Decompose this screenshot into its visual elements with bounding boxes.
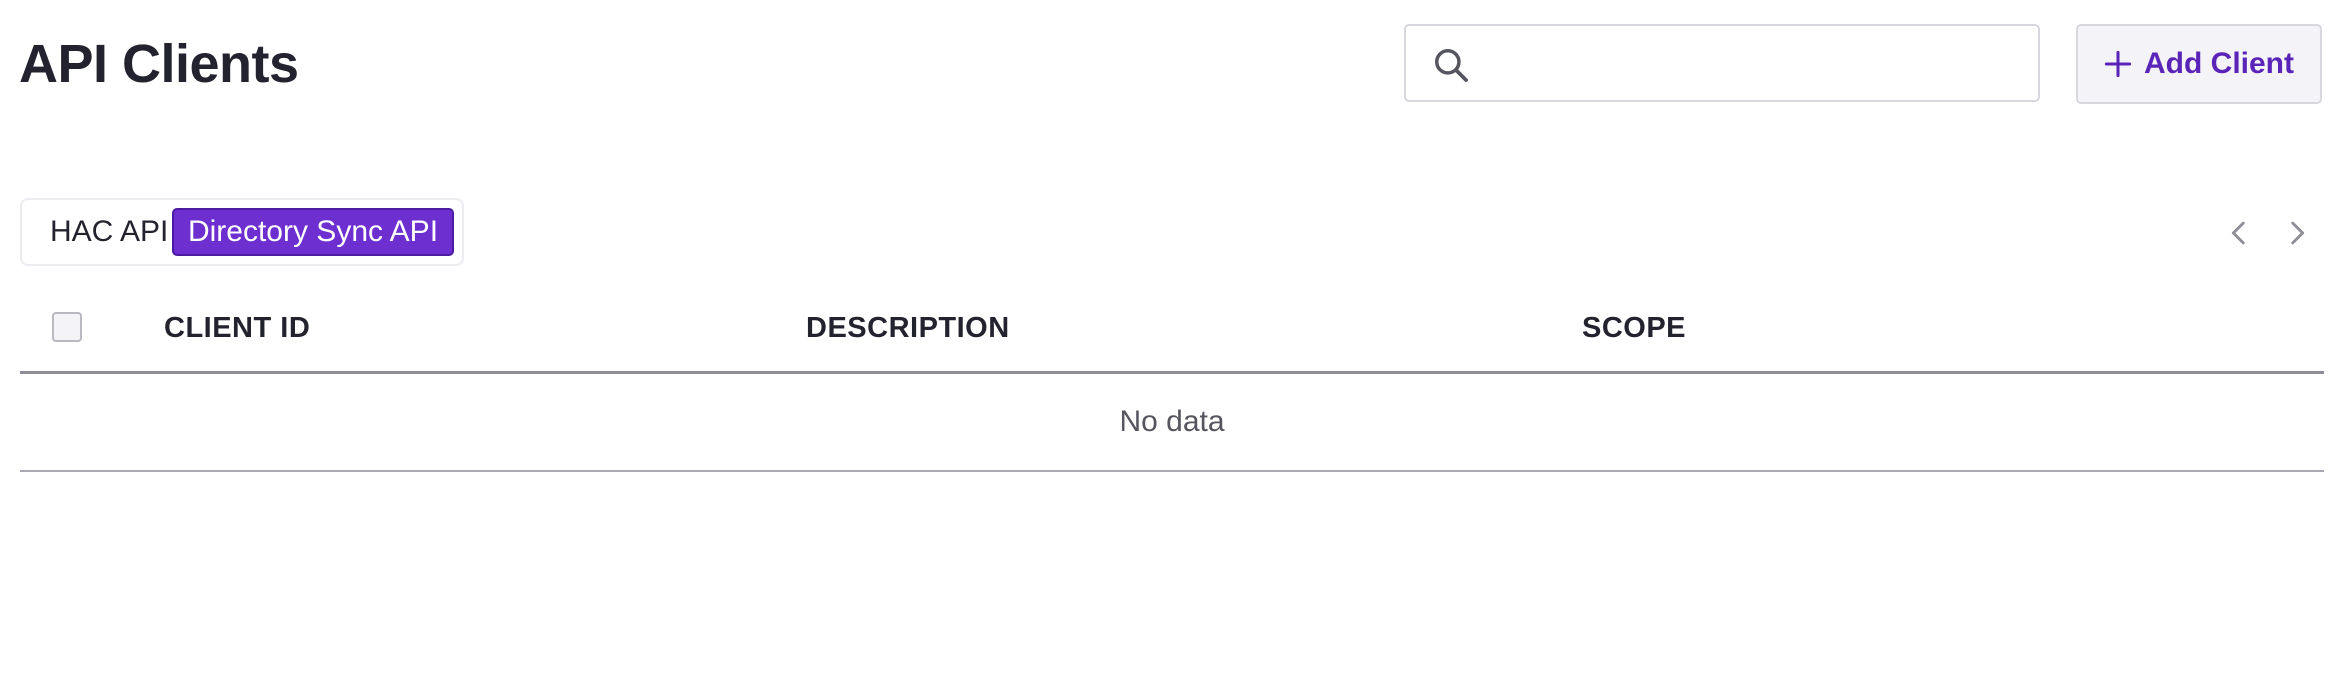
table-empty-row: No data bbox=[20, 374, 2324, 472]
column-header-description[interactable]: DESCRIPTION bbox=[806, 308, 1010, 348]
page-title: API Clients bbox=[19, 34, 299, 94]
add-client-label: Add Client bbox=[2144, 47, 2294, 80]
column-header-client-id[interactable]: CLIENT ID bbox=[164, 308, 310, 348]
api-type-tabs: HAC API Directory Sync API bbox=[20, 198, 464, 266]
table-header: CLIENT ID DESCRIPTION SCOPE bbox=[20, 298, 2324, 374]
api-clients-page: API Clients Add Client HAC API Directory… bbox=[0, 0, 2352, 696]
chevron-left-icon[interactable] bbox=[2222, 216, 2256, 250]
tab-hac-api[interactable]: HAC API bbox=[34, 208, 184, 256]
tab-directory-sync-api[interactable]: Directory Sync API bbox=[172, 208, 454, 256]
search-icon bbox=[1435, 49, 1468, 82]
empty-state-text: No data bbox=[1119, 405, 1225, 438]
add-client-button[interactable]: Add Client bbox=[2076, 24, 2322, 104]
plus-icon bbox=[2104, 50, 2132, 78]
search-input[interactable] bbox=[1488, 36, 2022, 92]
search-box[interactable] bbox=[1404, 24, 2040, 102]
chevron-right-icon[interactable] bbox=[2280, 216, 2314, 250]
select-all-checkbox[interactable] bbox=[52, 312, 82, 342]
column-header-scope[interactable]: SCOPE bbox=[1582, 308, 1686, 348]
